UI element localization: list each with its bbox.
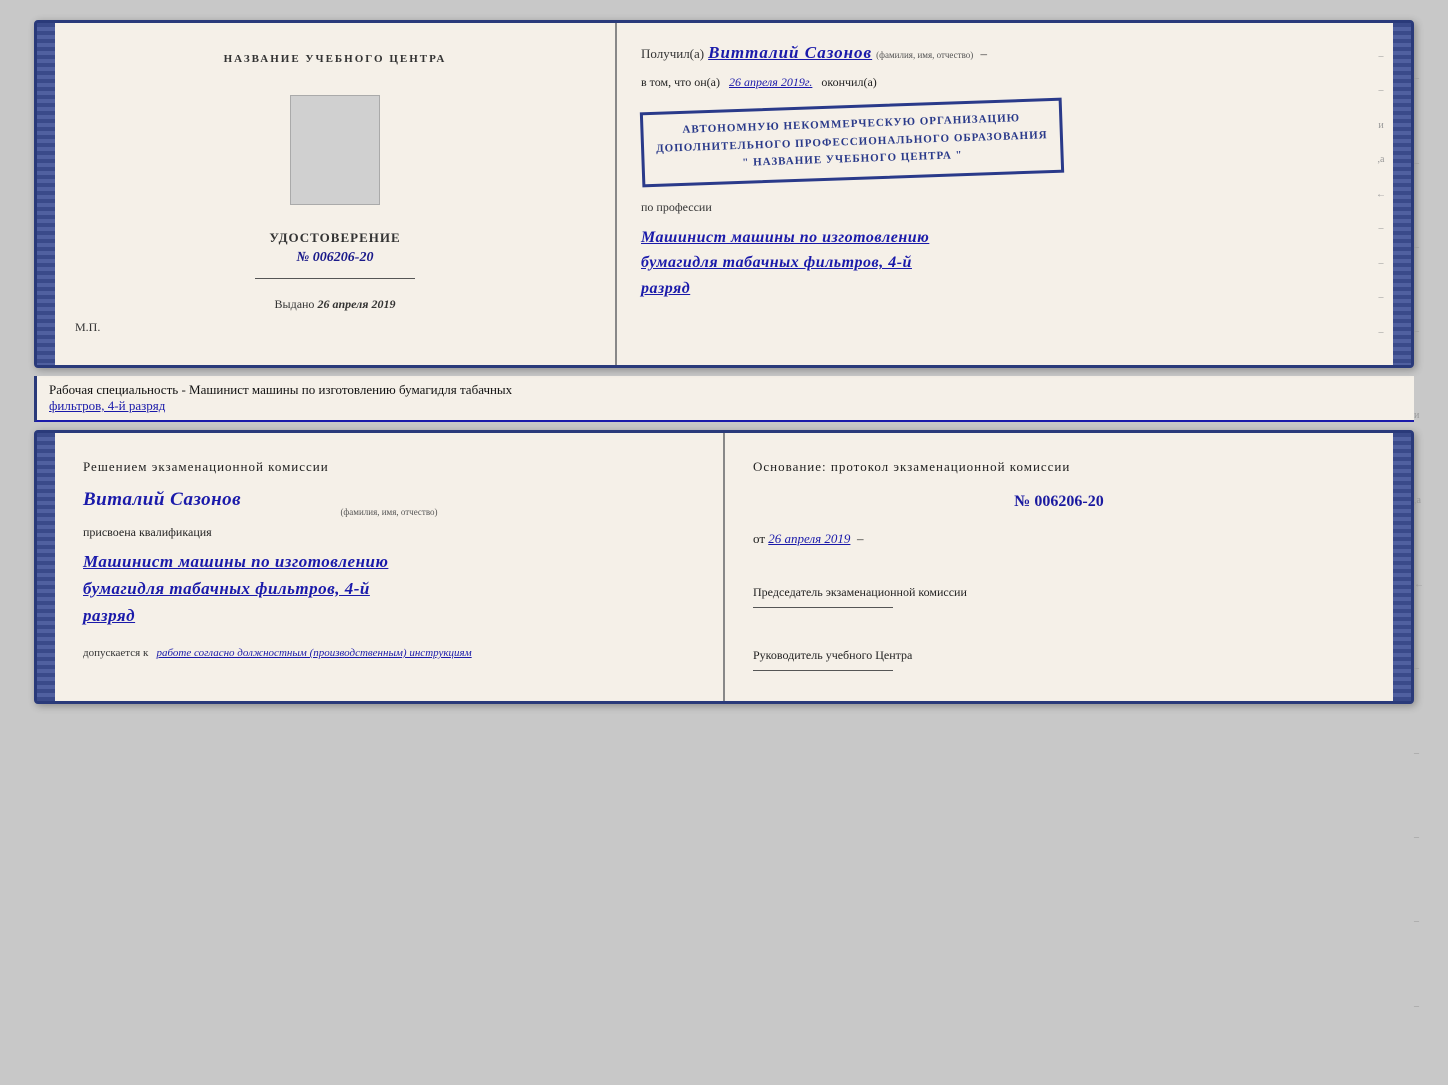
- bottom-profession-line2: бумагидля табачных фильтров, 4-й: [83, 575, 695, 602]
- admits-prefix: допускается к: [83, 647, 148, 659]
- admits-handwritten: работе согласно должностным (производств…: [157, 647, 472, 659]
- top-date-value: 26 апреля 2019г.: [729, 75, 812, 89]
- mp-label: М.П.: [75, 320, 100, 335]
- issued-line: Выдано 26 апреля 2019: [275, 297, 396, 312]
- certificate-title: УДОСТОВЕРЕНИЕ: [269, 230, 400, 246]
- date-prefix: от: [753, 531, 765, 546]
- chairman-label: Председатель экзаменационной комиссии: [753, 583, 1365, 601]
- bottom-spine-right: [1393, 433, 1411, 701]
- bottom-number: № 006206-20: [753, 493, 1365, 511]
- chairman-block: Председатель экзаменационной комиссии: [753, 571, 1365, 614]
- bottom-right-page: Основание: протокол экзаменационной коми…: [725, 433, 1393, 701]
- photo-placeholder: [290, 95, 380, 205]
- profession-text: Машинист машины по изготовлению бумагидл…: [641, 225, 1369, 302]
- finished-label: окончил(а): [821, 75, 876, 89]
- main-text-top: в том, что он(а) 26 апреля 2019г. окончи…: [641, 73, 1369, 91]
- person-name-block: Виталий Сазонов (фамилия, имя, отчество): [83, 489, 695, 517]
- recipient-name: Витталий Сазонов: [708, 43, 872, 63]
- bottom-booklet: Решением экзаменационной комиссии Витали…: [34, 430, 1414, 704]
- bottom-profession-line1: Машинист машины по изготовлению: [83, 548, 695, 575]
- issued-label: Выдано: [275, 297, 315, 311]
- caption-text-prefix: Рабочая специальность - Машинист машины …: [49, 382, 512, 397]
- bottom-right-edge-deco: – – – – и ,а ← – – – – –: [1414, 0, 1424, 1085]
- top-booklet: НАЗВАНИЕ УЧЕБНОГО ЦЕНТРА УДОСТОВЕРЕНИЕ №…: [34, 20, 1414, 368]
- caption-bar: Рабочая специальность - Машинист машины …: [34, 376, 1414, 422]
- received-prefix: Получил(а): [641, 46, 704, 62]
- top-right-page: Получил(а) Витталий Сазонов (фамилия, им…: [617, 23, 1393, 365]
- document-container: НАЗВАНИЕ УЧЕБНОГО ЦЕНТРА УДОСТОВЕРЕНИЕ №…: [34, 20, 1414, 704]
- profession-line2: бумагидля табачных фильтров, 4-й: [641, 250, 1369, 276]
- in-that-prefix: в том, что он(а): [641, 75, 720, 89]
- right-edge-deco: – – и ,а ← – – – –: [1371, 23, 1391, 365]
- booklet-spine-left: [37, 23, 55, 365]
- director-label: Руководитель учебного Центра: [753, 646, 1365, 664]
- fio-label-top: (фамилия, имя, отчество): [876, 50, 973, 60]
- basis-header: Основание: протокол экзаменационной коми…: [753, 457, 1365, 477]
- admits-block: допускается к работе согласно должностны…: [83, 647, 695, 659]
- training-center-header: НАЗВАНИЕ УЧЕБНОГО ЦЕНТРА: [224, 53, 447, 65]
- bottom-profession: Машинист машины по изготовлению бумагидл…: [83, 548, 695, 630]
- bottom-date-field: от 26 апреля 2019 –: [753, 531, 1365, 547]
- assigned-label: присвоена квалификация: [83, 525, 695, 540]
- bottom-profession-line3: разряд: [83, 602, 695, 629]
- director-signature-line: [753, 670, 893, 671]
- issued-date: 26 апреля 2019: [317, 297, 395, 311]
- caption-text-underline: фильтров, 4-й разряд: [49, 398, 165, 413]
- chairman-signature-line: [753, 607, 893, 608]
- profession-line1: Машинист машины по изготовлению: [641, 225, 1369, 251]
- profession-line3: разряд: [641, 276, 1369, 302]
- top-left-page: НАЗВАНИЕ УЧЕБНОГО ЦЕНТРА УДОСТОВЕРЕНИЕ №…: [55, 23, 617, 365]
- bottom-date-value: 26 апреля 2019: [768, 531, 850, 546]
- director-block: Руководитель учебного Центра: [753, 634, 1365, 677]
- certificate-number: № 006206-20: [297, 250, 374, 266]
- bottom-spine-left: [37, 433, 55, 701]
- commission-header: Решением экзаменационной комиссии: [83, 457, 695, 477]
- bottom-left-page: Решением экзаменационной комиссии Витали…: [55, 433, 725, 701]
- profession-label: по профессии: [641, 200, 1369, 215]
- booklet-spine-right: [1393, 23, 1411, 365]
- divider-line: [255, 278, 415, 279]
- recipient-line: Получил(а) Витталий Сазонов (фамилия, им…: [641, 43, 1369, 63]
- stamp-block: АВТОНОМНУЮ НЕКОММЕРЧЕСКУЮ ОРГАНИЗАЦИЮ ДО…: [640, 98, 1064, 187]
